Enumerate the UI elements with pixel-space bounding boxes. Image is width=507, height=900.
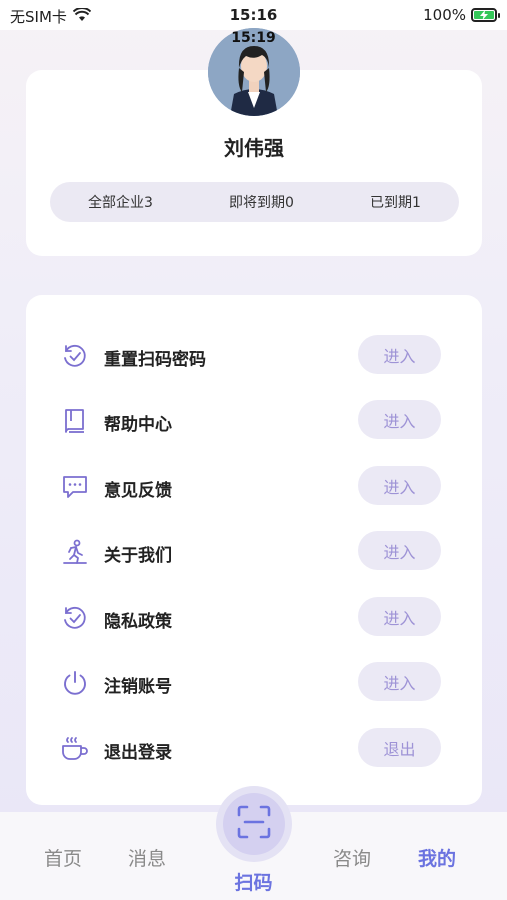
scan-button[interactable] — [216, 786, 292, 862]
tab-consult[interactable]: 咨询 — [333, 844, 371, 871]
status-right: 100% — [423, 6, 500, 24]
enter-button[interactable]: 进入 — [358, 466, 441, 505]
stat-expired[interactable]: 已到期1 — [364, 192, 427, 212]
tab-messages[interactable]: 消息 — [128, 844, 166, 871]
menu-item-delete-account[interactable]: 注销账号 进入 — [26, 662, 482, 702]
reset-check-icon — [60, 341, 90, 371]
enter-button[interactable]: 进入 — [358, 400, 441, 439]
menu-item-label: 隐私政策 — [104, 612, 172, 632]
menu-item-logout[interactable]: 退出登录 退出 — [26, 728, 482, 768]
menu-card: 重置扫码密码 进入 帮助中心 进入 意见反馈 进入 关于我们 进入 隐私政策 进… — [26, 295, 482, 805]
privacy-check-icon — [60, 603, 90, 633]
profile-name: 刘伟强 — [224, 136, 284, 160]
enter-button[interactable]: 进入 — [358, 335, 441, 374]
stat-expiring-soon[interactable]: 即将到期0 — [223, 192, 300, 212]
menu-item-label: 意见反馈 — [104, 481, 172, 501]
menu-item-privacy-policy[interactable]: 隐私政策 进入 — [26, 597, 482, 637]
menu-item-reset-scan-password[interactable]: 重置扫码密码 进入 — [26, 335, 482, 375]
book-icon — [60, 406, 90, 436]
menu-item-label: 关于我们 — [104, 546, 172, 566]
status-bar: 无SIM卡 15:16 100% — [0, 0, 507, 30]
menu-item-label: 注销账号 — [104, 677, 172, 697]
enter-button[interactable]: 进入 — [358, 662, 441, 701]
stats-bar: 全部企业3 即将到期0 已到期1 — [50, 182, 459, 222]
scan-icon — [236, 804, 272, 844]
tab-bar: 首页 消息 扫码 咨询 我的 — [0, 786, 507, 900]
battery-percent: 100% — [423, 6, 466, 24]
tab-home[interactable]: 首页 — [44, 844, 82, 871]
menu-item-label: 帮助中心 — [104, 415, 172, 435]
tab-mine[interactable]: 我的 — [418, 844, 456, 871]
logout-button[interactable]: 退出 — [358, 728, 441, 767]
power-icon — [60, 668, 90, 698]
scan-icon-bg — [223, 793, 285, 855]
menu-item-feedback[interactable]: 意见反馈 进入 — [26, 466, 482, 506]
menu-item-label: 退出登录 — [104, 743, 172, 763]
overlay-time: 15:19 — [231, 30, 276, 46]
chat-bubble-icon — [60, 472, 90, 502]
coffee-cup-icon — [60, 734, 90, 764]
enter-button[interactable]: 进入 — [358, 597, 441, 636]
menu-item-about-us[interactable]: 关于我们 进入 — [26, 531, 482, 571]
tab-scan-label[interactable]: 扫码 — [0, 868, 507, 895]
menu-item-label: 重置扫码密码 — [104, 350, 206, 370]
menu-item-help-center[interactable]: 帮助中心 进入 — [26, 400, 482, 440]
battery-icon — [471, 8, 500, 22]
running-person-icon — [60, 537, 90, 567]
enter-button[interactable]: 进入 — [358, 531, 441, 570]
stat-all-companies[interactable]: 全部企业3 — [82, 192, 159, 212]
